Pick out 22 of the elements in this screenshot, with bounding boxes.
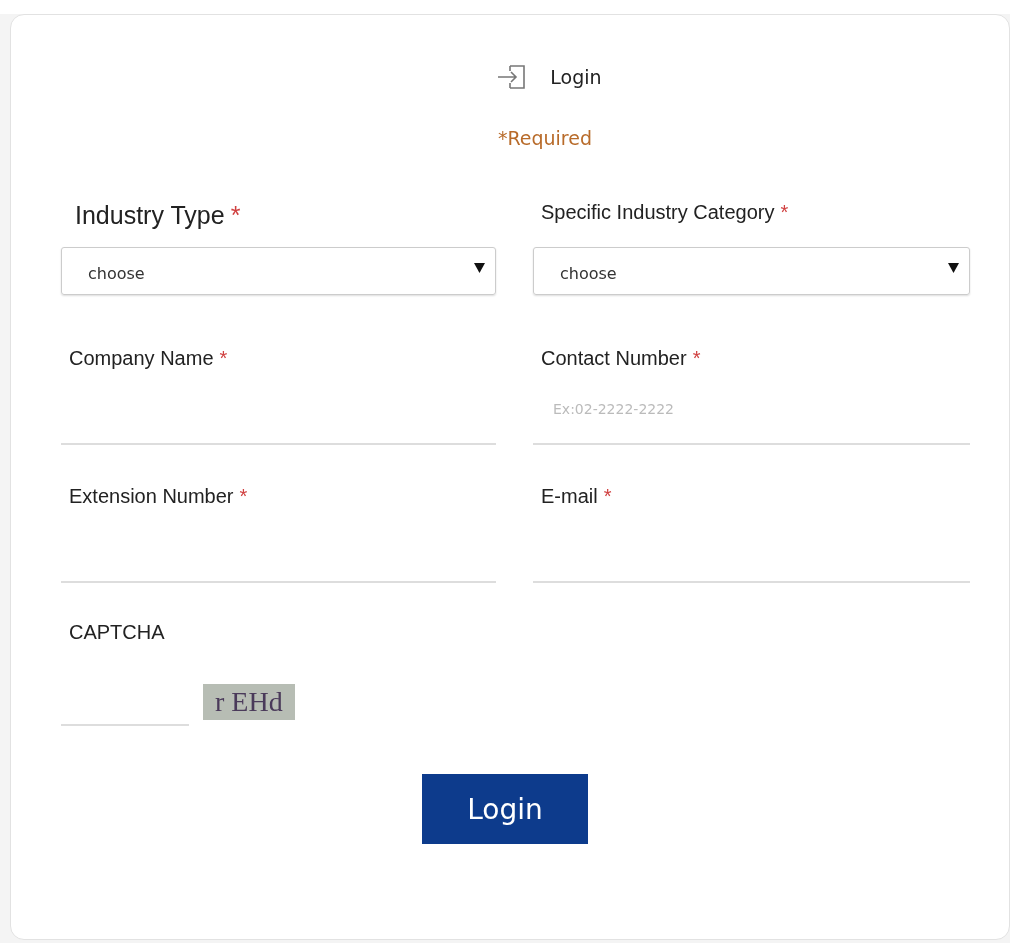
required-mark: *: [780, 201, 789, 224]
required-mark: *: [603, 485, 612, 508]
required-note: *Required: [496, 127, 594, 149]
field-label: Industry Type: [75, 201, 225, 230]
required-mark: *: [239, 485, 248, 508]
caret-icon: [474, 261, 485, 273]
field-label: Contact Number: [541, 347, 687, 370]
field-label: Extension Number: [69, 485, 234, 508]
required-mark: *: [692, 347, 701, 370]
login-button[interactable]: Login: [422, 774, 588, 844]
required-mark: *: [219, 347, 228, 370]
page-title: Login: [550, 66, 602, 88]
required-mark: *: [230, 201, 241, 230]
input-field[interactable]: Ex:02-2222-2222: [533, 381, 970, 445]
caret-icon: [948, 261, 959, 273]
captcha-label: CAPTCHA: [68, 621, 166, 644]
field-label: Company Name: [69, 347, 214, 370]
industry-dropdown[interactable]: choose: [61, 247, 496, 295]
field-label: Specific Industry Category: [541, 201, 775, 224]
field-label: E-mail: [541, 485, 598, 508]
industry-dropdown[interactable]: choose: [533, 247, 970, 295]
captcha-image: r EHd: [203, 684, 295, 720]
